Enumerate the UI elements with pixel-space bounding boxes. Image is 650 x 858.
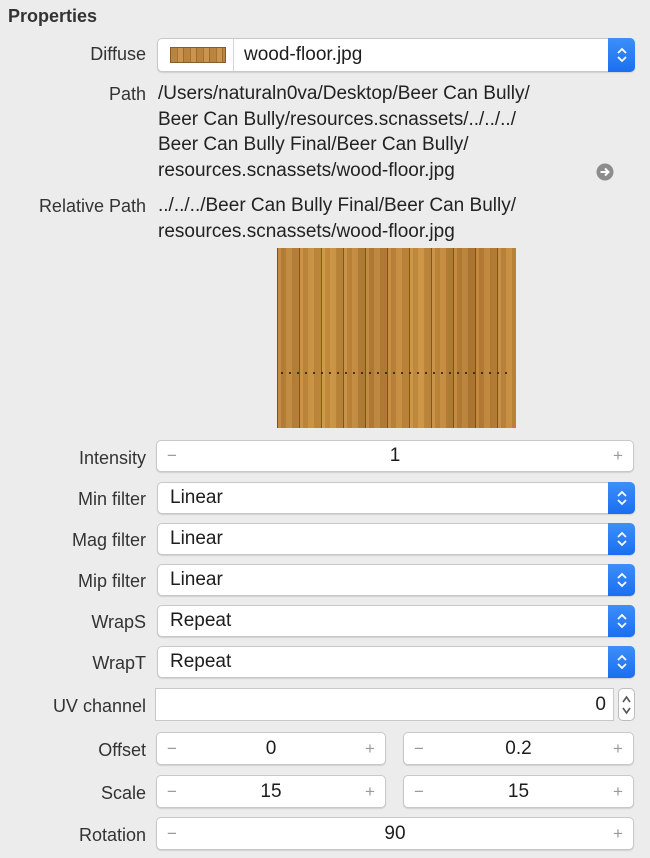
popup-divider — [233, 39, 234, 71]
scale-y-stepper[interactable]: − 15 + — [403, 775, 634, 808]
uv-channel-stepper[interactable] — [618, 688, 635, 721]
intensity-stepper[interactable]: − 1 + — [156, 440, 634, 472]
path-line: Beer Can Bully Final/Beer Can Bully/ — [158, 134, 469, 155]
texture-swatch — [170, 47, 226, 63]
rotation-label: Rotation — [78, 825, 146, 845]
texture-nail-row — [281, 372, 512, 374]
wrap-s-popup[interactable]: Repeat — [157, 605, 635, 637]
offset-label: Offset — [98, 740, 146, 760]
mag-filter-value: Linear — [170, 528, 223, 549]
increment-button[interactable]: + — [359, 776, 381, 807]
increment-button[interactable]: + — [607, 818, 629, 849]
path-line: resources.scnassets/wood-floor.jpg — [158, 159, 455, 181]
increment-button[interactable]: + — [607, 441, 629, 471]
increment-button[interactable]: + — [607, 733, 629, 764]
decrement-button[interactable]: − — [408, 733, 430, 764]
offset-y-value[interactable]: 0.2 — [430, 733, 607, 764]
mip-filter-value: Linear — [170, 569, 223, 590]
mag-filter-label: Mag filter — [71, 530, 146, 550]
increment-button[interactable]: + — [359, 733, 381, 764]
increment-button[interactable]: + — [607, 776, 629, 807]
decrement-button[interactable]: − — [161, 441, 183, 471]
path-label: Path — [108, 84, 146, 104]
path-line: Beer Can Bully/resources.scnassets/../..… — [158, 108, 516, 130]
path-line: /Users/naturaln0va/Desktop/Beer Can Bull… — [158, 83, 530, 104]
wrap-t-value: Repeat — [170, 651, 232, 672]
uv-channel-value: 0 — [595, 693, 606, 715]
min-filter-value: Linear — [170, 487, 223, 508]
texture-preview — [277, 248, 516, 428]
mag-filter-popup[interactable]: Linear — [157, 523, 635, 555]
path-value: /Users/naturaln0va/Desktop/Beer Can Bull… — [158, 81, 530, 183]
chevron-up-down-icon — [608, 564, 635, 596]
offset-y-stepper[interactable]: − 0.2 + — [403, 732, 634, 765]
decrement-button[interactable]: − — [161, 776, 183, 807]
wrap-s-label: WrapS — [91, 612, 146, 632]
uv-channel-label: UV channel — [52, 696, 146, 716]
relative-path-line: resources.scnassets/wood-floor.jpg — [158, 220, 455, 242]
diffuse-label: Diffuse — [90, 44, 146, 64]
uv-channel-field[interactable]: 0 — [155, 688, 614, 721]
scale-y-value[interactable]: 15 — [430, 776, 607, 807]
chevron-up-down-icon — [608, 646, 635, 678]
arrow-circle-right-icon[interactable] — [596, 163, 614, 181]
chevron-up-down-icon — [608, 482, 635, 514]
wrap-t-popup[interactable]: Repeat — [157, 646, 635, 678]
diffuse-value: wood-floor.jpg — [244, 44, 363, 65]
decrement-button[interactable]: − — [161, 733, 183, 764]
scale-x-value[interactable]: 15 — [183, 776, 359, 807]
offset-x-value[interactable]: 0 — [183, 733, 359, 764]
chevron-up-down-icon — [622, 695, 631, 714]
section-title: Properties — [8, 6, 98, 26]
intensity-label: Intensity — [78, 448, 146, 468]
min-filter-popup[interactable]: Linear — [157, 482, 635, 514]
relative-path-value: ../../../Beer Can Bully Final/Beer Can B… — [158, 193, 516, 244]
offset-x-stepper[interactable]: − 0 + — [156, 732, 386, 765]
rotation-stepper[interactable]: − 90 + — [156, 817, 634, 850]
mip-filter-label: Mip filter — [77, 571, 146, 591]
chevron-up-down-icon — [608, 605, 635, 637]
decrement-button[interactable]: − — [161, 818, 183, 849]
wrap-t-label: WrapT — [92, 653, 146, 673]
relative-path-line: ../../../Beer Can Bully Final/Beer Can B… — [158, 195, 516, 216]
chevron-up-down-icon — [608, 38, 635, 72]
min-filter-label: Min filter — [77, 489, 146, 509]
rotation-value[interactable]: 90 — [183, 818, 607, 849]
mip-filter-popup[interactable]: Linear — [157, 564, 635, 596]
diffuse-popup[interactable]: wood-floor.jpg — [157, 38, 635, 72]
wrap-s-value: Repeat — [170, 610, 232, 631]
relative-path-label: Relative Path — [38, 196, 146, 216]
decrement-button[interactable]: − — [408, 776, 430, 807]
chevron-up-down-icon — [608, 523, 635, 555]
intensity-value[interactable]: 1 — [183, 441, 607, 471]
scale-label: Scale — [100, 783, 146, 803]
scale-x-stepper[interactable]: − 15 + — [156, 775, 386, 808]
